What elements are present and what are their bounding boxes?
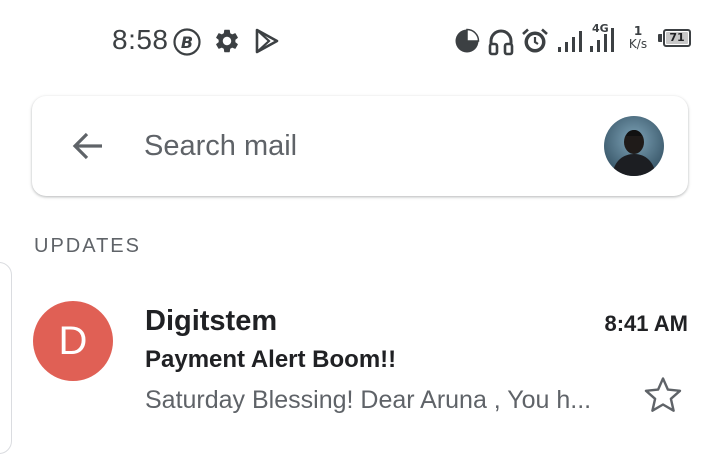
search-bar [32, 96, 688, 196]
svg-text:4G: 4G [592, 22, 609, 35]
network-speed-value: 1 [633, 24, 643, 38]
signal-icon [558, 31, 582, 52]
battery-icon: 71 [657, 29, 693, 49]
account-avatar[interactable] [604, 116, 664, 176]
sender-avatar[interactable]: D [33, 301, 113, 381]
email-snippet: Saturday Blessing! Dear Aruna , You h... [145, 386, 592, 414]
network-speed-unit: K/s [628, 37, 648, 51]
alarm-icon [522, 28, 548, 53]
sender-name: Digitstem [145, 305, 278, 337]
star-icon[interactable] [643, 375, 683, 415]
arrow-back-icon[interactable] [68, 126, 108, 166]
email-time: 8:41 AM [604, 311, 688, 336]
email-subject: Payment Alert Boom!! [145, 346, 397, 373]
play-store-icon [255, 28, 279, 54]
section-header: UPDATES [34, 235, 141, 257]
status-time: 8:58 [112, 24, 169, 55]
search-input[interactable] [144, 124, 564, 168]
network-speed: 1 K/s [624, 25, 652, 51]
battery-level: 71 [669, 31, 685, 44]
status-bar: 8:58 B 4G 1 K/s 71 [0, 0, 710, 82]
signal-4g-icon: 4G [590, 22, 614, 52]
b-circle-icon: B [173, 28, 201, 56]
gear-icon [216, 29, 238, 53]
data-saver-icon [455, 28, 480, 53]
email-list-item[interactable]: D Digitstem 8:41 AM Payment Alert Boom!!… [0, 282, 710, 442]
svg-text:B: B [181, 33, 193, 52]
headphones-icon [488, 29, 514, 56]
